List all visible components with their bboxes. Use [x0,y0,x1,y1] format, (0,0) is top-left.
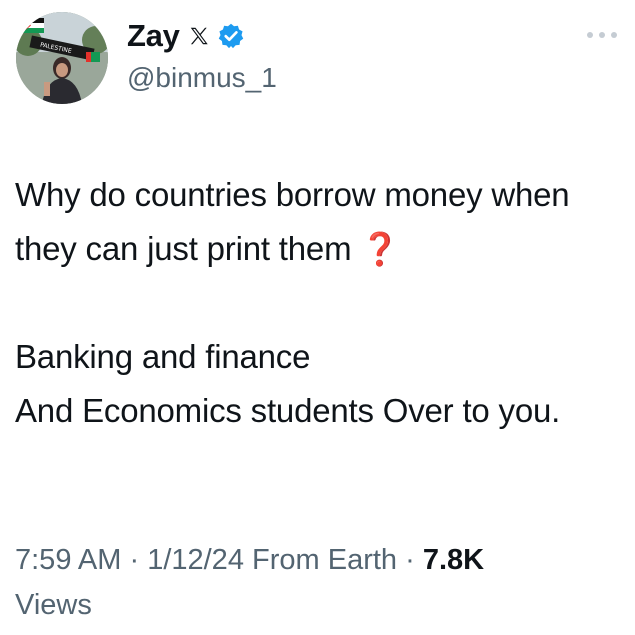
verified-badge-icon [217,22,245,50]
meta-separator: · [397,544,423,576]
more-dot [587,32,593,38]
views-label: Views [15,589,92,621]
author-info: Zay @binmus_1 [127,16,277,94]
tweet-date[interactable]: 1/12/24 [147,544,244,576]
meta-separator: · [121,544,148,576]
tweet-meta: 7:59 AM · 1/12/24 From Earth · 7.8K Views [15,538,615,628]
more-dot [611,32,617,38]
author-handle[interactable]: @binmus_1 [127,62,277,94]
question-mark-emoji: ❓ [360,231,400,267]
avatar-image: PALESTINE [16,12,108,104]
tweet-line-1: Why do countries borrow money when they … [15,176,579,267]
more-dot [599,32,605,38]
tweet-paragraph-2: Banking and finance And Economics studen… [15,338,561,429]
display-name[interactable]: Zay [127,18,180,54]
more-options-icon[interactable] [587,30,617,40]
name-row: Zay [127,16,277,56]
avatar[interactable]: PALESTINE [16,12,108,104]
tweet-paragraph-1: Why do countries borrow money when they … [15,168,615,276]
views-count[interactable]: 7.8K [423,544,484,576]
tweet-card: PALESTINE Zay @binmus_1 Why do countries… [0,0,635,635]
tweet-header: PALESTINE Zay @binmus_1 [14,12,621,108]
x-logo-icon [188,25,210,47]
tweet-time[interactable]: 7:59 AM [15,544,121,576]
tweet-source: From Earth [243,544,398,576]
tweet-text: Why do countries borrow money when they … [15,168,615,438]
